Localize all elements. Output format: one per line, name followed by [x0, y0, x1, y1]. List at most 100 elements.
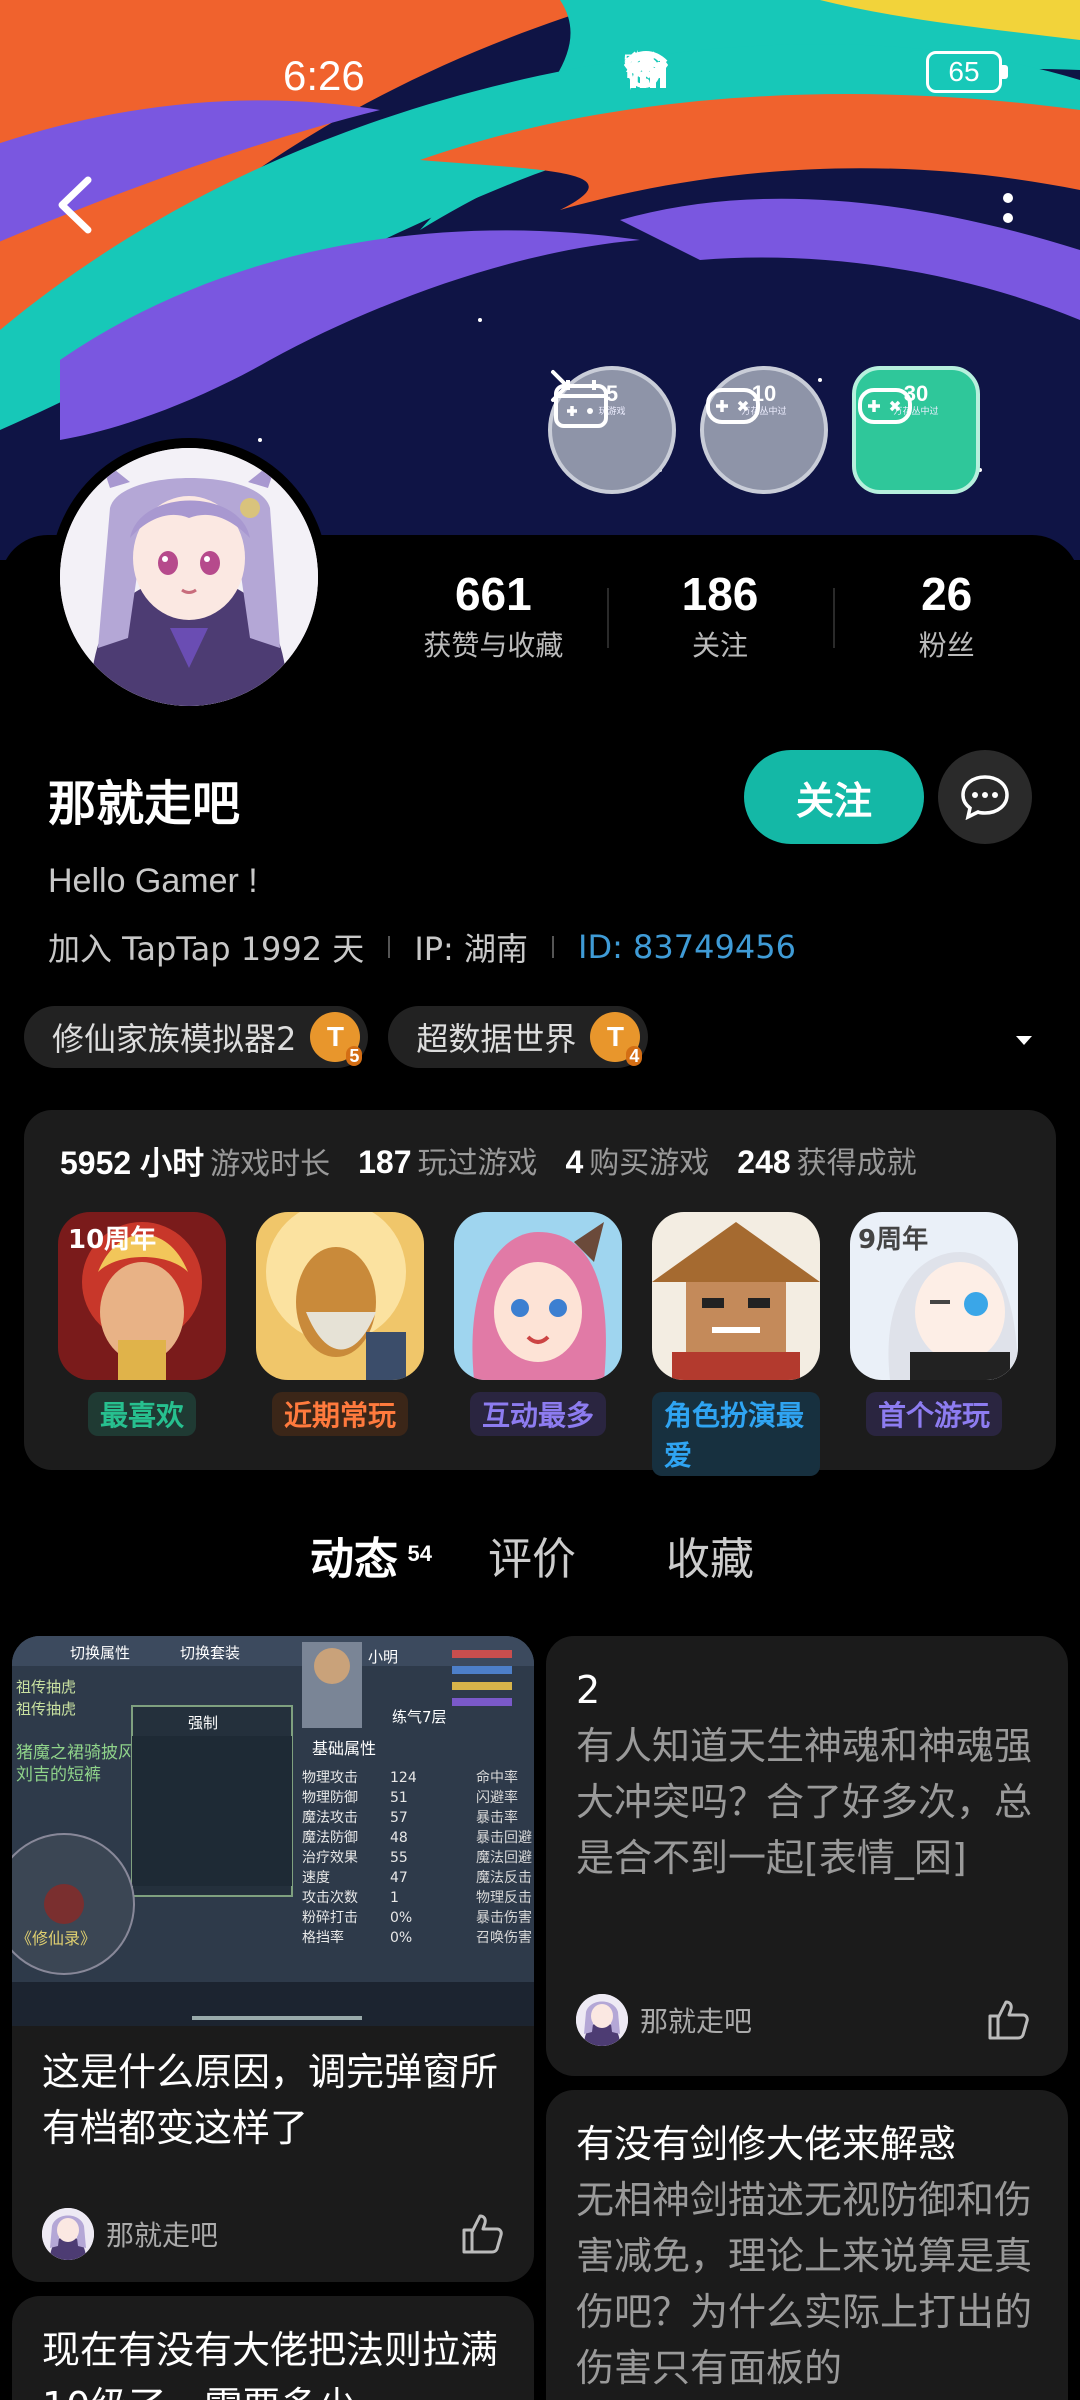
featured-games: 10周年 最喜欢 近期常玩 互动最多 角色扮演最爱 9周年 首个游玩 [58, 1212, 1018, 1476]
post-title: 2 [576, 1668, 601, 1712]
game-first[interactable]: 9周年 首个游玩 [850, 1212, 1018, 1476]
svg-text:命中率: 命中率 [476, 1769, 518, 1786]
post-author[interactable]: 那就走吧 [576, 1994, 752, 2046]
stat-value: 4 [565, 1144, 584, 1180]
tab-posts[interactable]: 动态 54 [310, 1530, 432, 1590]
game-icon-text: 9周年 [858, 1224, 928, 1255]
game-icon-image: 10周年 [58, 1212, 226, 1380]
svg-text:物理反击: 物理反击 [476, 1890, 532, 1906]
game-interactive[interactable]: 互动最多 [454, 1212, 622, 1476]
gamepad-icon [858, 388, 912, 424]
post-body: 无相神剑描述无视防御和伤害减免，理论上来说算是真伤吧？为什么实际上打出的伤害只有… [576, 2178, 1033, 2390]
more-options-button[interactable] [990, 180, 1026, 236]
game-label: 首个游玩 [865, 1392, 1002, 1436]
achievement-badge[interactable]: 10 万花丛中过 [700, 366, 828, 494]
svg-text:暴击回避: 暴击回避 [476, 1830, 532, 1846]
achievement-badge-current[interactable]: 30 万花丛中过 [852, 366, 980, 494]
divider [552, 936, 555, 958]
stat-following[interactable]: 186 关注 [606, 566, 834, 676]
stat-value: 187 [358, 1144, 412, 1180]
like-button[interactable] [986, 1998, 1030, 2042]
game-label: 角色扮演最爱 [652, 1392, 820, 1476]
expand-tags-button[interactable] [1010, 1026, 1038, 1054]
thumbs-up-icon [988, 2000, 1029, 2040]
content-tabs: 动态 54 评价 收藏 [310, 1530, 754, 1590]
svg-text:魔法攻击: 魔法攻击 [302, 1810, 358, 1826]
post-card[interactable]: 切换属性 切换套装 小明 练气7层 祖传抽虎 祖传抽虎 猪魔之裙骑披风 刘吉的短… [12, 1636, 534, 2282]
stat-value: 5952 小时 [60, 1145, 205, 1181]
svg-text:闪避率: 闪避率 [476, 1789, 518, 1806]
stat-likes[interactable]: 661 获赞与收藏 [380, 566, 607, 676]
game-label: 最喜欢 [87, 1392, 196, 1436]
game-icon-image [454, 1212, 622, 1380]
signal-5g-icon: 5G [624, 50, 912, 94]
like-button[interactable] [460, 2212, 504, 2256]
badges-more-button[interactable] [551, 370, 1044, 460]
svg-text:124: 124 [390, 1770, 417, 1786]
game-tags: 修仙家族模拟器2 T5 超数据世界 T4 [24, 1006, 649, 1068]
tag-level: 5 [346, 1046, 363, 1066]
game-stats: 5952 小时 游戏时长 187 玩过游戏 4 购买游戏 248 获得成就 [60, 1138, 917, 1184]
stat-value: 661 [454, 568, 532, 620]
chevron-right-icon [551, 370, 570, 402]
follow-button[interactable]: 关注 [744, 750, 924, 844]
svg-text:物理防御: 物理防御 [302, 1790, 358, 1806]
svg-text:1: 1 [390, 1890, 399, 1906]
status-time: 6:26 [283, 52, 365, 99]
joined-days: 加入 TapTap 1992 天 [48, 930, 365, 968]
svg-text:祖传抽虎: 祖传抽虎 [16, 1700, 76, 1718]
user-id[interactable]: ID: 83749456 [578, 928, 796, 966]
post-card[interactable]: 现在有没有大佬把法则拉满10级了，需要多少 [12, 2296, 534, 2400]
game-tag-name: 超数据世界 [416, 1020, 577, 1058]
achievement-badges[interactable]: 5 玩游戏 10 万花丛中过 30 万花丛中过 [548, 366, 1044, 494]
stat-label: 关注 [692, 629, 749, 662]
author-name: 那就走吧 [640, 2005, 753, 2038]
game-icon-text: 10周年 [68, 1224, 156, 1255]
game-icon-image [256, 1212, 424, 1380]
game-recent[interactable]: 近期常玩 [256, 1212, 424, 1476]
tab-reviews[interactable]: 评价 [488, 1530, 576, 1590]
game-tag[interactable]: 超数据世界 T4 [388, 1006, 649, 1068]
post-author[interactable]: 那就走吧 [42, 2208, 218, 2260]
tab-favorites[interactable]: 收藏 [666, 1530, 754, 1590]
svg-text:魔法防御: 魔法防御 [302, 1830, 358, 1846]
message-button[interactable] [938, 750, 1032, 844]
charging-icon [626, 50, 1040, 94]
avatar-frame[interactable] [50, 438, 328, 716]
wifi-icon [624, 50, 842, 94]
svg-text:魔法回避: 魔法回避 [476, 1850, 532, 1866]
stat-achievements: 248 获得成就 [737, 1138, 916, 1184]
svg-text:55: 55 [390, 1850, 408, 1866]
svg-text:暴击伤害: 暴击伤害 [476, 1910, 532, 1926]
back-button[interactable] [48, 170, 104, 240]
stat-purchased: 4 购买游戏 [565, 1138, 709, 1184]
stat-playtime: 5952 小时 游戏时长 [60, 1138, 330, 1184]
svg-text:48: 48 [390, 1830, 408, 1846]
stat-followers[interactable]: 26 粉丝 [833, 566, 1060, 676]
post-card[interactable]: 有没有剑修大佬来解惑 无相神剑描述无视防御和伤害减免，理论上来说算是真伤吧？为什… [546, 2090, 1068, 2400]
svg-text:暴击率: 暴击率 [476, 1809, 518, 1826]
game-tag[interactable]: 修仙家族模拟器2 T5 [24, 1006, 369, 1068]
stat-label: 获赞与收藏 [423, 629, 564, 662]
vibrate-icon [627, 50, 784, 94]
ip-location: IP: 湖南 [414, 930, 529, 968]
username: 那就走吧 [48, 776, 241, 832]
svg-text:粉碎打击: 粉碎打击 [302, 1909, 358, 1926]
post-card[interactable]: 2 有人知道天生神魂和神魂强大冲突吗？合了好多次，总是合不到一起[表情_困] 那… [546, 1636, 1068, 2076]
bio-text: Hello Gamer ! [48, 862, 258, 900]
svg-text:召唤伤害: 召唤伤害 [476, 1929, 532, 1946]
alarm-icon [626, 50, 726, 94]
stat-label: 获得成就 [796, 1146, 917, 1181]
svg-text:强制: 强制 [188, 1714, 218, 1732]
stat-played: 187 玩过游戏 [358, 1138, 537, 1184]
svg-text:攻击次数: 攻击次数 [302, 1890, 358, 1906]
game-rpg[interactable]: 角色扮演最爱 [652, 1212, 820, 1476]
game-summary-card[interactable]: 5952 小时 游戏时长 187 玩过游戏 4 购买游戏 248 获得成就 10周年 最… [24, 1110, 1056, 1476]
stat-value: 186 [681, 568, 759, 620]
svg-text:猪魔之裙骑披风: 猪魔之裙骑披风 [16, 1743, 135, 1763]
game-favorite[interactable]: 10周年 最喜欢 [58, 1212, 226, 1476]
battery-indicator: 65 [926, 51, 1008, 93]
chat-bubble-icon [961, 775, 1009, 820]
game-label: 近期常玩 [271, 1392, 408, 1436]
avatar[interactable] [60, 448, 318, 706]
